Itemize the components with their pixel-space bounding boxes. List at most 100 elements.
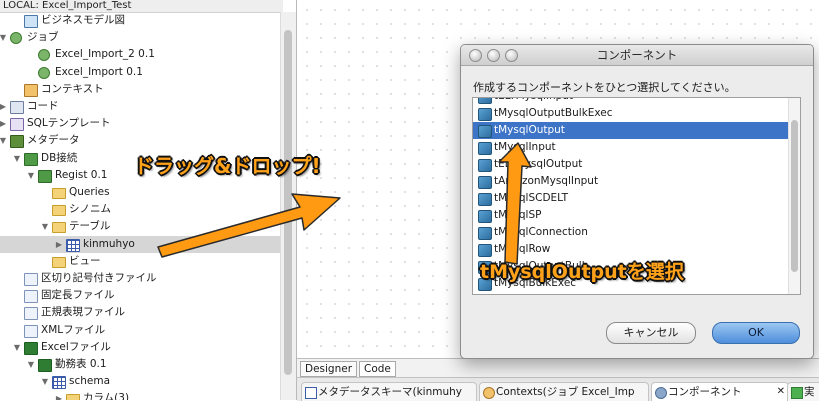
component-list-item[interactable]: tAmazonMysqlInput xyxy=(473,173,789,190)
delimited-file-icon xyxy=(24,273,38,286)
tree-item-label: XMLファイル xyxy=(41,324,106,336)
tree-item[interactable]: 正規表現ファイル xyxy=(0,304,280,321)
component-dialog: コンポーネント 作成するコンポーネントをひとつ選択してください。 tELTMys… xyxy=(460,44,814,359)
job-icon xyxy=(38,67,50,79)
cancel-button[interactable]: キャンセル xyxy=(606,322,696,344)
tree-item-label: カラム(3) xyxy=(83,392,130,400)
expand-right-icon[interactable]: ▶ xyxy=(0,115,8,132)
tab-code[interactable]: Code xyxy=(359,361,396,377)
folder-icon xyxy=(52,205,66,216)
tree-item-label: Regist 0.1 xyxy=(55,169,108,181)
component-list-item[interactable]: tMysqlRow xyxy=(473,241,789,258)
tree-item[interactable]: ▶ カラム(3) xyxy=(0,390,280,400)
component-list-item[interactable]: tMysqlConnection xyxy=(473,224,789,241)
code-icon xyxy=(10,101,24,114)
component-list-scrollbar[interactable] xyxy=(788,98,800,294)
expand-down-icon[interactable]: ▼ xyxy=(0,29,8,46)
tree-item[interactable]: ▶ kinmuhyo xyxy=(0,236,280,253)
component-list-item[interactable]: tMysqlInput xyxy=(473,139,789,156)
component-list-item[interactable]: tMysqlOutputBulkExec xyxy=(473,105,789,122)
tree-item[interactable]: ビュー xyxy=(0,253,280,270)
expand-right-icon[interactable]: ▶ xyxy=(54,390,64,400)
tree-item[interactable]: 固定長ファイル xyxy=(0,287,280,304)
mysql-component-icon xyxy=(478,176,492,189)
expand-right-icon[interactable]: ▶ xyxy=(54,236,64,253)
component-list-item[interactable]: tELTMysqlInput xyxy=(473,98,789,105)
component-list-item-label: tELTMysqlOutput xyxy=(494,158,583,170)
mysql-component-icon xyxy=(478,108,492,121)
component-list-item[interactable]: tMysqlOutput xyxy=(473,122,789,139)
component-list-scrollbar-thumb[interactable] xyxy=(791,120,798,272)
tree-item[interactable]: シノニム xyxy=(0,201,280,218)
tree-item[interactable]: ▼ schema xyxy=(0,373,280,390)
job-icon xyxy=(38,49,50,61)
expand-down-icon[interactable]: ▼ xyxy=(26,167,36,184)
tree-item[interactable]: Excel_Import_2 0.1 xyxy=(0,46,280,63)
tree-item-label: Excel_Import 0.1 xyxy=(55,66,143,78)
tree-item[interactable]: ▼ メタデータ xyxy=(0,132,280,149)
tree-item-label: SQLテンプレート xyxy=(27,117,111,129)
expand-down-icon[interactable]: ▼ xyxy=(40,218,50,235)
tree-item[interactable]: ▶ コード xyxy=(0,98,280,115)
sql-template-icon xyxy=(10,118,24,131)
tree-item[interactable]: 区切り記号付きファイル xyxy=(0,270,280,287)
positional-file-icon xyxy=(24,290,38,303)
excel-file-icon xyxy=(38,359,52,372)
contexts-icon xyxy=(483,387,495,399)
expand-down-icon[interactable]: ▼ xyxy=(12,150,22,167)
close-window-icon[interactable] xyxy=(469,49,482,62)
zoom-window-icon[interactable] xyxy=(505,49,518,62)
folder-icon xyxy=(52,188,66,199)
tree-item-label: ビジネスモデル図 xyxy=(41,14,125,26)
component-list-item-label: tMysqlConnection xyxy=(494,226,588,238)
tab-components[interactable]: コンポーネント ✕ xyxy=(651,382,789,401)
tree-item[interactable]: ▼ Excelファイル xyxy=(0,339,280,356)
ok-button[interactable]: OK xyxy=(712,322,800,344)
component-list-item[interactable]: tELTMysqlOutput xyxy=(473,156,789,173)
metadata-icon xyxy=(10,135,24,148)
mysql-component-icon xyxy=(478,142,492,155)
business-model-icon xyxy=(24,15,38,28)
component-list-item[interactable]: tMysqlSP xyxy=(473,207,789,224)
mysql-component-icon xyxy=(478,98,492,104)
minimize-window-icon[interactable] xyxy=(487,49,500,62)
excel-file-icon xyxy=(24,342,38,355)
expand-down-icon[interactable]: ▼ xyxy=(12,339,22,356)
tab-metadata-schema[interactable]: メタデータスキーマ(kinmuhy xyxy=(301,382,477,401)
component-list-item[interactable]: tMysqlSCDELT xyxy=(473,190,789,207)
close-icon[interactable]: ✕ xyxy=(777,383,785,401)
bottom-view-tabs: メタデータスキーマ(kinmuhy Contexts(ジョブ Excel_Imp… xyxy=(297,377,819,401)
repository-scrollbar[interactable] xyxy=(280,12,296,400)
tree-item[interactable]: ▶ SQLテンプレート xyxy=(0,115,280,132)
tree-item[interactable]: XMLファイル xyxy=(0,322,280,339)
tree-item-label: 固定長ファイル xyxy=(41,289,115,301)
db-connection-icon xyxy=(38,170,52,183)
tab-designer[interactable]: Designer xyxy=(300,361,358,377)
tree-item[interactable]: ▼ 勤務表 0.1 xyxy=(0,356,280,373)
expand-down-icon[interactable]: ▼ xyxy=(26,356,36,373)
expand-down-icon[interactable]: ▼ xyxy=(0,132,8,149)
tab-run[interactable]: 実 xyxy=(787,382,819,401)
tree-item-label: ジョブ xyxy=(27,31,59,43)
folder-icon xyxy=(66,394,80,400)
repository-scrollbar-thumb[interactable] xyxy=(284,30,292,375)
drag-drop-callout: ドラッグ&ドロップ! xyxy=(134,154,321,178)
tree-item-label: Excel_Import_2 0.1 xyxy=(55,48,155,60)
dialog-title: コンポーネント xyxy=(596,48,678,62)
xml-file-icon xyxy=(24,325,38,338)
tree-item[interactable]: ▼ ジョブ xyxy=(0,29,280,46)
tree-item-label: コンテキスト xyxy=(41,83,104,95)
component-list-item-label: tMysqlRow xyxy=(494,243,551,255)
tree-item[interactable]: コンテキスト xyxy=(0,81,280,98)
mysql-component-icon xyxy=(478,244,492,257)
dialog-title-bar: コンポーネント xyxy=(461,45,813,66)
expand-right-icon[interactable]: ▶ xyxy=(0,98,8,115)
tree-item[interactable]: Excel_Import 0.1 xyxy=(0,64,280,81)
tree-item[interactable]: ビジネスモデル図 xyxy=(0,12,280,29)
tab-components-label: コンポーネント xyxy=(668,386,742,398)
tree-item[interactable]: ▼ テーブル xyxy=(0,218,280,235)
expand-down-icon[interactable]: ▼ xyxy=(40,373,50,390)
table-icon xyxy=(52,376,66,389)
tab-contexts[interactable]: Contexts(ジョブ Excel_Imp xyxy=(479,382,649,401)
tree-item[interactable]: Queries xyxy=(0,184,280,201)
